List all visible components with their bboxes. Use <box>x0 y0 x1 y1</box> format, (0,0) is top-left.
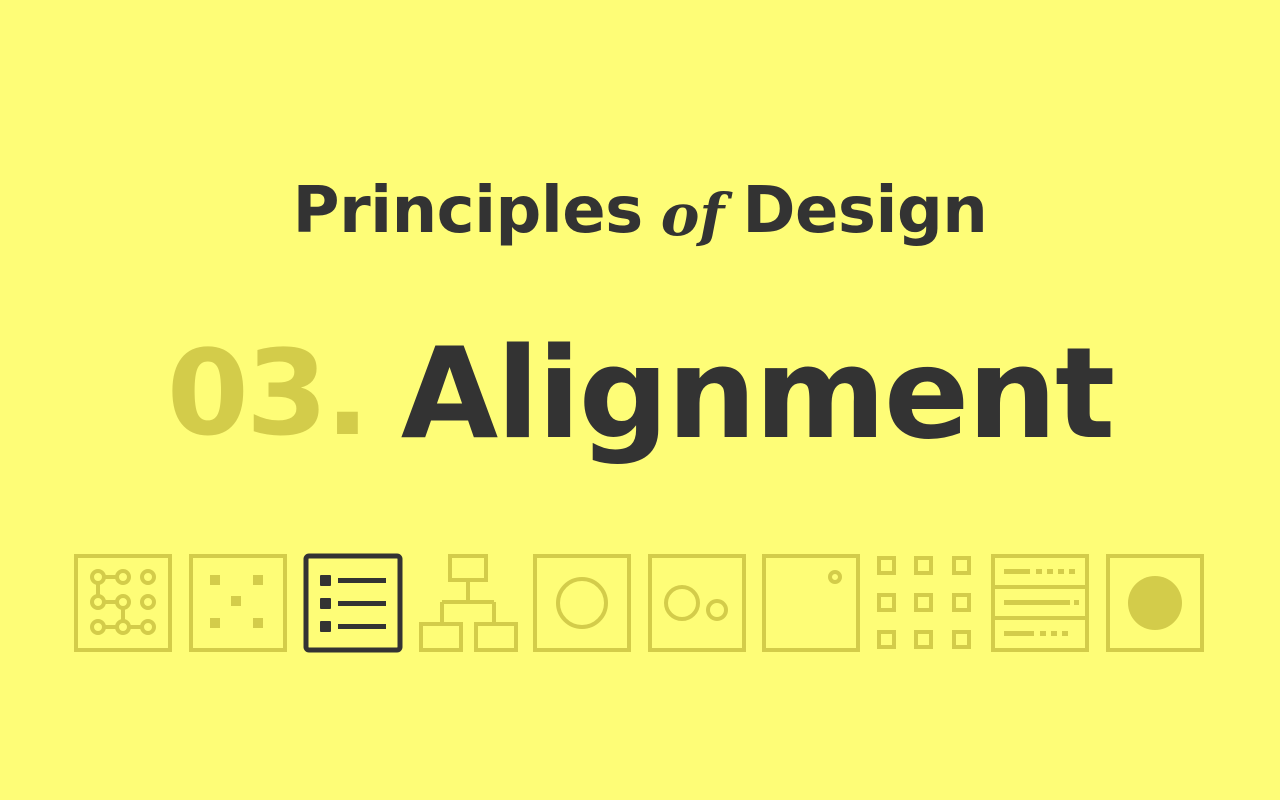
grid-network-icon <box>74 554 172 652</box>
title-principles: Principles <box>292 174 644 248</box>
chapter-heading: 03. Alignment <box>0 318 1280 468</box>
series-title: Principles of Design <box>0 166 1280 256</box>
dot-grid-icon <box>877 556 971 649</box>
stacked-rows-icon <box>991 554 1089 652</box>
centered-circle-icon <box>533 554 631 652</box>
chapter-topic: Alignment <box>400 319 1115 467</box>
two-circles-icon <box>648 554 746 652</box>
principle-icons-row <box>70 550 1210 654</box>
corner-dot-icon <box>762 554 860 652</box>
hierarchy-icon <box>419 554 518 652</box>
filled-circle-icon <box>1106 554 1204 652</box>
chapter-number: 03. <box>166 324 370 462</box>
title-of-script: of <box>660 181 725 249</box>
scattered-dots-icon <box>189 554 287 652</box>
title-design: Design <box>742 174 988 248</box>
list-alignment-icon <box>303 553 403 653</box>
